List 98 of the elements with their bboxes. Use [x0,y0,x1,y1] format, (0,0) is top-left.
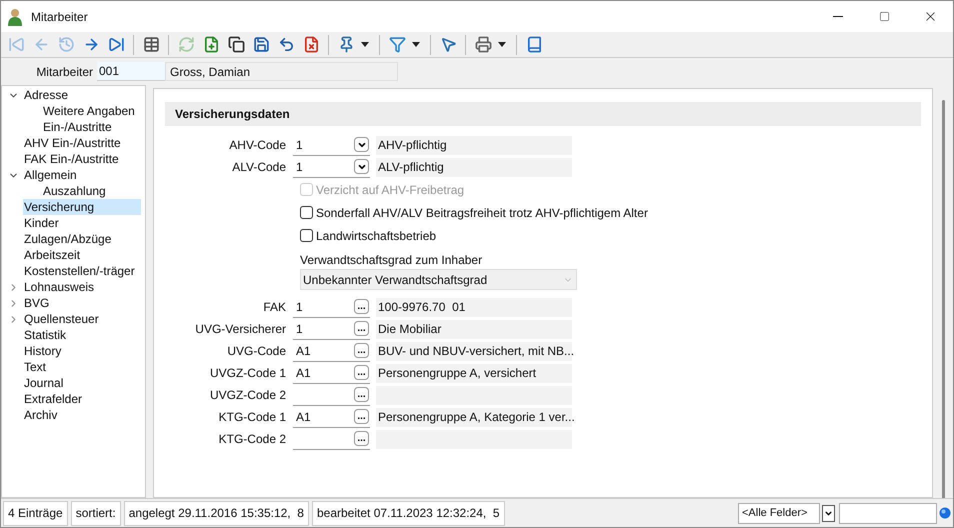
select-label: Verwandtschaftsgrad zum Inhaber [300,252,484,269]
save-icon [252,36,270,53]
tree-item[interactable]: Journal [23,375,64,391]
description-field: Personengruppe A, versichert [376,364,572,382]
code-dropdown[interactable]: 1 [293,156,370,178]
tree-item[interactable]: Kostenstellen/-träger [23,263,135,279]
description-field: Personengruppe A, Kategorie 1 ver... [376,408,572,426]
tree-item[interactable]: Quellensteuer [23,311,99,327]
person-icon [7,8,23,26]
minimize-icon [833,16,843,17]
field-label: AHV-Code [228,137,287,154]
pointer-icon [440,36,456,53]
field-label: ALV-Code [231,159,287,176]
field-label: UVG-Versicherer [194,321,287,338]
tree-item[interactable]: Kinder [23,215,59,231]
field-label: UVG-Code [226,343,287,360]
tree-item[interactable]: FAK Ein-/Austritte [23,151,119,167]
scrollbar[interactable] [942,100,944,500]
filter-icon [388,36,406,53]
lookup-button[interactable]: ... [354,321,369,336]
description-field: AHV-pflichtig [376,136,572,154]
code-dropdown[interactable]: 1 [293,134,370,156]
description-field: Die Mobiliar [376,320,572,338]
checkbox[interactable] [300,206,313,219]
book-icon [526,36,542,53]
tree-item[interactable]: Zulagen/Abzüge [23,231,112,247]
file-delete-icon [302,36,320,53]
tree-item[interactable]: History [23,343,62,359]
dropdown-button[interactable] [354,137,369,152]
skip-forward-icon [108,36,124,53]
employee-number-field[interactable]: 001 [97,62,165,81]
dropdown-arrow-icon[interactable] [412,42,420,47]
code-field[interactable]: A1 ... [293,340,370,362]
code-field[interactable]: 1 ... [293,296,370,318]
tree-item[interactable]: AHV Ein-/Austritte [23,135,121,151]
checkbox-label: Sonderfall AHV/ALV Beitragsfreiheit trotz AHV-pflichtigem Alter [316,204,648,222]
globe-icon[interactable] [939,507,951,519]
relationship-select[interactable]: Unbekannter Verwandtschaftsgrad [300,269,577,290]
copy-icon [228,36,244,53]
file-plus-icon [202,36,220,53]
tree-item[interactable]: BVG [23,295,50,311]
field-filter-dropdown[interactable]: <Alle Felder> [738,502,820,524]
checkbox[interactable] [300,229,313,242]
tree-item[interactable]: Auszahlung [42,183,106,199]
window-title: Mitarbeiter [31,8,88,26]
description-field: BUV- und NBUV-versichert, mit NB... [376,342,572,360]
pin-icon [338,36,354,53]
printer-icon [474,36,492,53]
tree-item[interactable]: Text [23,359,46,375]
dropdown-button[interactable] [354,159,369,174]
field-label: UVGZ-Code 1 [208,365,287,382]
refresh-icon [178,36,194,53]
employee-label: Mitarbeiter [35,64,94,80]
code-field[interactable]: 1 ... [293,318,370,340]
checkbox-label: Verzicht auf AHV-Freibetrag [316,182,464,198]
field-label: UVGZ-Code 2 [208,387,287,404]
tree-item[interactable]: Versicherung [23,199,141,215]
field-label: KTG-Code 2 [218,431,287,448]
lookup-button[interactable]: ... [354,431,369,446]
section-header: Versicherungsdaten [165,102,921,126]
lookup-button[interactable]: ... [354,343,369,358]
dropdown-arrow-icon[interactable] [361,42,369,47]
field-label: KTG-Code 1 [218,409,287,426]
employee-name-field: Gross, Damian [165,62,398,81]
checkbox-label: Landwirtschaftsbetrieb [316,228,436,244]
dropdown-arrow-icon[interactable] [498,42,506,47]
description-field: 100-9976.70 01 [376,298,572,316]
skip-back-icon [8,36,24,53]
status-cell: angelegt 29.11.2016 15:35:12, 8 [124,500,309,526]
tree-item[interactable]: Weitere Angaben [42,103,135,119]
tree-item[interactable]: Extrafelder [23,391,82,407]
status-cell: 4 Einträge [3,500,68,526]
tree-item[interactable]: Allgemein [23,167,77,183]
field-label: FAK [262,299,287,316]
lookup-button[interactable]: ... [354,387,369,402]
tree-item[interactable]: Adresse [23,87,68,103]
description-field: ALV-pflichtig [376,158,572,176]
lookup-button[interactable]: ... [354,409,369,424]
code-field[interactable]: A1 ... [293,362,370,384]
caret-icon [824,508,833,518]
maximize-icon [878,11,890,22]
lookup-button[interactable]: ... [354,299,369,314]
code-field[interactable]: A1 ... [293,406,370,428]
history-icon [58,36,74,53]
status-cell: sortiert: [70,500,121,526]
lookup-button[interactable]: ... [354,365,369,380]
tree-item[interactable]: Arbeitszeit [23,247,80,263]
dropdown-button[interactable] [822,504,835,522]
table-icon [142,36,160,53]
tree-item[interactable]: Statistik [23,327,66,343]
code-field[interactable]: ... [293,384,370,406]
undo-icon [278,36,294,53]
code-field[interactable]: ... [293,428,370,450]
tree-item[interactable]: Ein-/Austritte [42,119,112,135]
search-field[interactable] [839,502,937,524]
status-cell: bearbeitet 07.11.2023 12:32:24, 5 [312,500,505,526]
tree-item[interactable]: Lohnausweis [23,279,94,295]
tree-item[interactable]: Archiv [23,407,58,423]
